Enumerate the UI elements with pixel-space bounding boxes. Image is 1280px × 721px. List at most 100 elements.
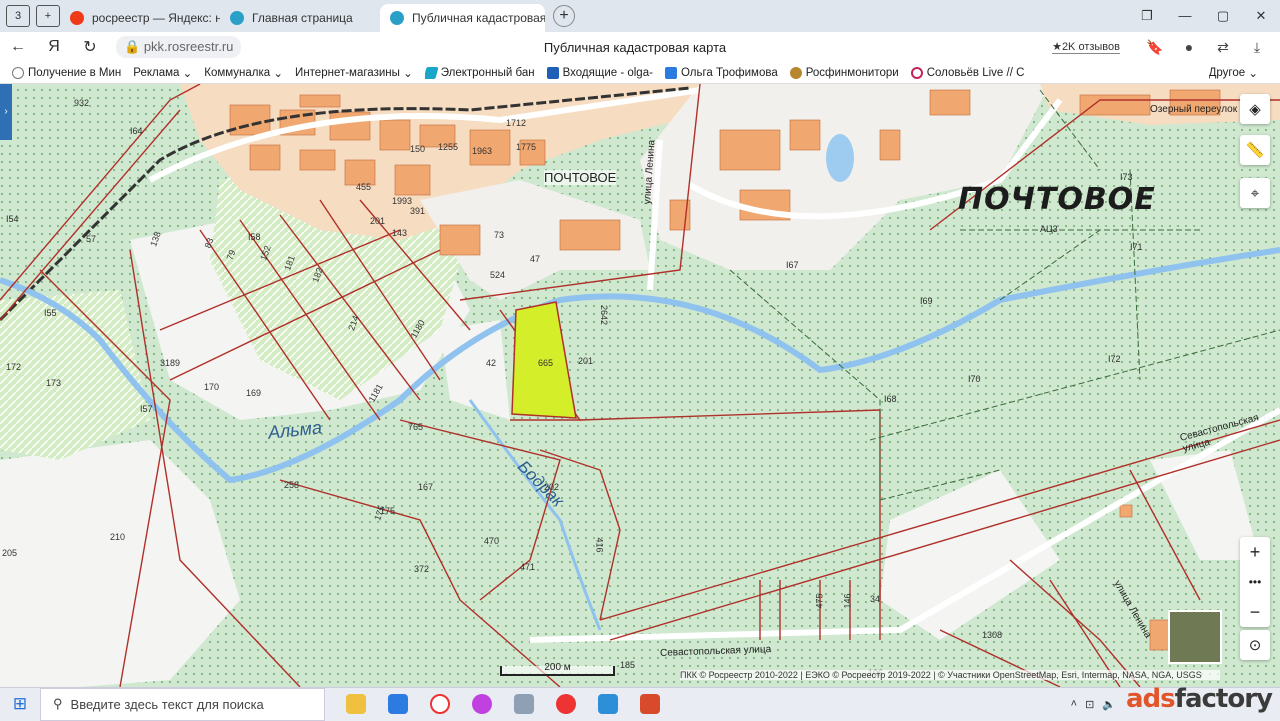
system-tray: ˄ ⊡ 🔈	[1067, 698, 1120, 711]
area-label: I64	[130, 126, 143, 136]
zoom-out-button[interactable]: −	[1240, 597, 1270, 627]
bookmark-label: Интернет-магазины	[295, 66, 400, 79]
bookmark-folder[interactable]: Коммуналка ⌄	[204, 66, 283, 80]
bookmark-folder[interactable]: Реклама ⌄	[133, 66, 192, 80]
tab-title: Публичная кадастровая	[412, 11, 545, 25]
paint-icon[interactable]	[461, 688, 503, 721]
extension-icon[interactable]: ●	[1172, 39, 1206, 56]
taskbar-apps	[335, 688, 671, 721]
other-bookmarks-folder[interactable]: Другое ⌄	[1209, 66, 1258, 80]
taskbar-search[interactable]: ⚲ Введите здесь текст для поиска	[40, 687, 325, 721]
area-label: I68	[884, 394, 897, 404]
basemap-switcher-thumbnail[interactable]	[1168, 610, 1222, 664]
watermark-logo: adsfactory	[1126, 684, 1273, 714]
cadastral-map[interactable]: ПОЧТОВОЕ ПОЧТОВОЕ Альма Бодрак улица Лен…	[0, 84, 1280, 687]
bookmark-item[interactable]: Входящие - olga-	[546, 66, 653, 79]
rosreestr-favicon-icon	[390, 11, 404, 25]
bookmark-label: Соловьёв Live // С	[926, 66, 1025, 79]
office-icon[interactable]	[629, 688, 671, 721]
reviews-label: 2K отзывов	[1061, 41, 1120, 53]
back-button[interactable]: ←	[0, 38, 36, 56]
area-label: I55	[44, 308, 57, 318]
bookmark-icon[interactable]: 🔖	[1138, 39, 1172, 56]
tab-title: Главная страница	[252, 11, 353, 25]
bookmark-label: Входящие - olga-	[562, 66, 653, 79]
chevron-up-icon[interactable]: ˄	[1071, 698, 1077, 710]
locate-button[interactable]: ⌖	[1240, 178, 1270, 208]
file-explorer-icon[interactable]	[335, 688, 377, 721]
watermark-part1: ads	[1126, 684, 1176, 714]
collections-icon[interactable]: +	[36, 5, 60, 27]
compass-button[interactable]: ⊙	[1240, 630, 1270, 660]
bookmark-folder[interactable]: Интернет-магазины ⌄	[295, 66, 413, 80]
reload-button[interactable]: ↻	[72, 37, 108, 57]
printer-icon[interactable]	[503, 688, 545, 721]
minimize-button[interactable]: —	[1166, 0, 1204, 32]
search-placeholder: Введите здесь текст для поиска	[70, 696, 264, 712]
zoom-more-button[interactable]: •••	[1240, 567, 1270, 597]
windows-start-icon[interactable]: ⊞	[0, 694, 40, 714]
bookmark-label: Коммуналка	[204, 66, 271, 79]
new-tab-button[interactable]: +	[553, 5, 575, 27]
volume-icon[interactable]: 🔈	[1102, 698, 1116, 711]
photos-icon[interactable]	[587, 688, 629, 721]
network-icon[interactable]: ⊡	[1085, 698, 1094, 711]
bookmarks-bar: Получение в Мин Реклама ⌄ Коммуналка ⌄ И…	[0, 62, 1280, 84]
area-label: I57	[140, 404, 153, 414]
area-label: I73	[1120, 172, 1133, 182]
tab-cadastral-map[interactable]: Публичная кадастровая ✕	[380, 4, 545, 32]
search-icon: ⚲	[53, 696, 63, 711]
bookmark-label: Росфинмонитори	[805, 66, 899, 79]
yandex-home-button[interactable]: Я	[36, 38, 72, 56]
reviews-link[interactable]: ★2K отзывов	[1052, 40, 1120, 54]
zoom-control: + ••• −	[1240, 537, 1270, 627]
download-icon[interactable]: ⤓	[1240, 39, 1274, 56]
layers-icon: ◈	[1249, 101, 1261, 118]
bookmark-item[interactable]: Росфинмонитори	[789, 66, 899, 79]
bookmark-item[interactable]: Получение в Мин	[12, 66, 122, 79]
url-text: pkk.rosreestr.ru	[143, 39, 234, 54]
rosreestr-favicon-icon	[230, 11, 244, 25]
bookmark-label: Реклама	[133, 66, 180, 79]
area-label: АЦ3	[1040, 224, 1058, 234]
bookmark-item[interactable]: Электронный бан	[424, 66, 535, 79]
tab-title: росреестр — Яндекс: наш	[92, 11, 220, 25]
compass-icon: ⊙	[1248, 637, 1262, 654]
tab-yandex-search[interactable]: росреестр — Яндекс: наш ✕	[60, 4, 220, 32]
close-window-button[interactable]: ✕	[1242, 0, 1280, 32]
area-label: I69	[920, 296, 933, 306]
area-label: I71	[1130, 242, 1143, 252]
measure-button[interactable]: 📏	[1240, 135, 1270, 165]
bookmark-item[interactable]: Ольга Трофимова	[664, 66, 778, 79]
windows-taskbar: ⊞ ⚲ Введите здесь текст для поиска ˄ ⊡ 🔈	[0, 687, 1280, 721]
sidebar-toggle[interactable]: ›	[0, 84, 12, 140]
tab-home-page[interactable]: Главная страница	[220, 4, 380, 32]
yandex-icon[interactable]	[545, 688, 587, 721]
yandex-favicon-icon	[70, 11, 84, 25]
zoom-in-button[interactable]: +	[1240, 537, 1270, 567]
bookmark-label: Получение в Мин	[28, 66, 122, 79]
area-label: I54	[6, 214, 19, 224]
bookmark-label: Электронный бан	[440, 66, 535, 79]
area-label: I58	[248, 232, 261, 242]
maximize-button[interactable]: ▢	[1204, 0, 1242, 32]
layers-button[interactable]: ◈	[1240, 94, 1270, 124]
scale-label: 200 м	[544, 662, 571, 673]
area-label: I72	[1108, 354, 1121, 364]
window-controls: ❐ — ▢ ✕	[1128, 0, 1280, 32]
tab-counter-button[interactable]: 3	[6, 5, 30, 27]
mail-icon[interactable]	[377, 688, 419, 721]
scale-bar: 200 м	[500, 663, 615, 676]
bookmark-item[interactable]: Соловьёв Live // С	[910, 66, 1025, 79]
bookmark-label: Другое	[1208, 66, 1246, 79]
bookmark-label: Ольга Трофимова	[680, 66, 778, 79]
address-bar-actions: 🔖 ● ⇄ ⤓	[1138, 39, 1274, 56]
ruler-icon: 📏	[1245, 142, 1265, 159]
area-labels: I64 I54 I55 I57 I58 I67 I69 I72 I70 I68 …	[0, 84, 1280, 687]
translate-icon[interactable]: ⇄	[1206, 39, 1240, 56]
yandex-browser-icon[interactable]	[419, 688, 461, 721]
address-bar: ← Я ↻ 🔒 pkk.rosreestr.ru Публичная кадас…	[0, 32, 1280, 62]
bookmarks-panel-icon[interactable]: ❐	[1128, 0, 1166, 32]
area-label: I67	[786, 260, 799, 270]
url-field[interactable]: 🔒 pkk.rosreestr.ru	[116, 36, 242, 58]
